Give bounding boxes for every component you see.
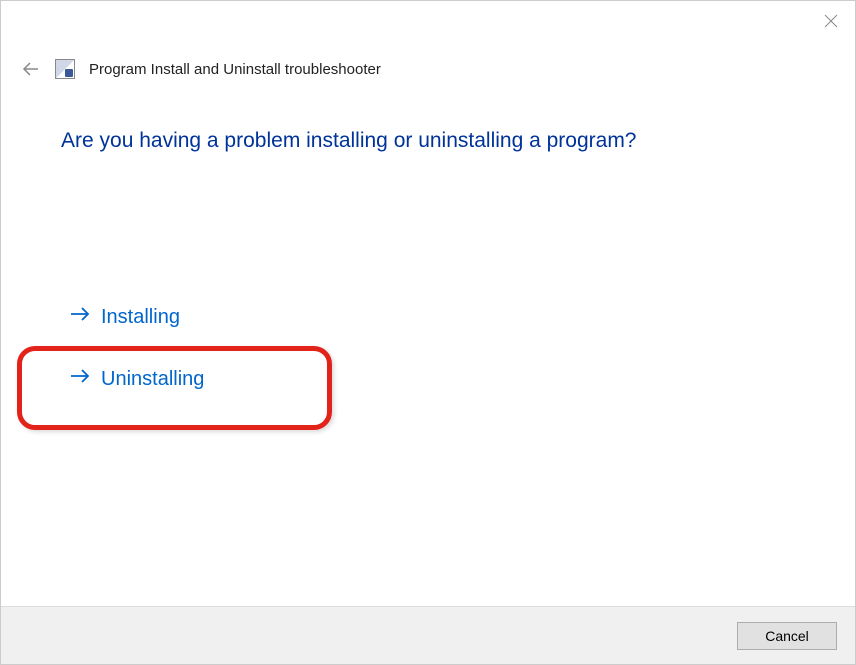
arrow-right-icon (69, 303, 91, 331)
close-button[interactable] (819, 9, 843, 33)
arrow-right-icon (69, 365, 91, 393)
header: Program Install and Uninstall troublesho… (1, 41, 855, 89)
content-area: Are you having a problem installing or u… (1, 89, 855, 393)
option-label: Installing (101, 306, 180, 329)
option-installing[interactable]: Installing (69, 303, 180, 331)
back-arrow-icon (21, 59, 41, 79)
titlebar (1, 1, 855, 41)
page-heading: Are you having a problem installing or u… (61, 129, 795, 153)
option-uninstalling[interactable]: Uninstalling (69, 365, 204, 393)
app-title: Program Install and Uninstall troublesho… (89, 61, 381, 78)
back-button[interactable] (21, 59, 41, 79)
close-icon (824, 14, 838, 28)
footer: Cancel (1, 606, 855, 664)
option-label: Uninstalling (101, 368, 204, 391)
cancel-button[interactable]: Cancel (737, 622, 837, 650)
app-icon (55, 59, 75, 79)
options-list: Installing Uninstalling (61, 303, 795, 393)
